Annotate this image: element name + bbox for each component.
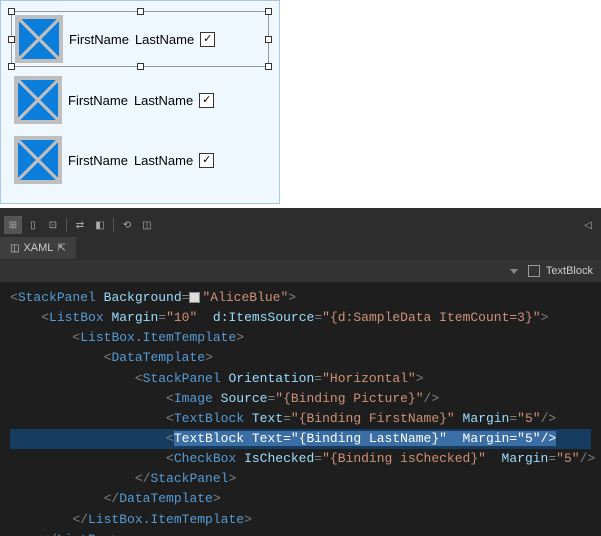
view-grid-icon[interactable]: ⊞ xyxy=(4,216,22,234)
image-placeholder xyxy=(14,76,62,124)
editor-toolbar: ⊞ ▯ ⊡ ⇄ ◧ ⟲ ◫ ◁ xyxy=(0,214,601,236)
lastname-text: LastName xyxy=(134,153,193,168)
breadcrumb-bar[interactable]: TextBlock xyxy=(0,260,601,282)
scroll-left-icon[interactable]: ◁ xyxy=(579,216,597,234)
lastname-text: LastName xyxy=(134,93,193,108)
resize-handle[interactable] xyxy=(137,8,144,15)
panel-icon[interactable]: ◫ xyxy=(138,216,156,234)
checkbox[interactable]: ✓ xyxy=(199,93,214,108)
firstname-text: FirstName xyxy=(68,93,128,108)
resize-handle[interactable] xyxy=(265,8,272,15)
lastname-text: LastName xyxy=(135,32,194,47)
refresh-icon[interactable]: ⟲ xyxy=(118,216,136,234)
image-placeholder xyxy=(14,136,62,184)
code-editor[interactable]: <StackPanel Background="AliceBlue"> <Lis… xyxy=(0,282,601,536)
listbox-item[interactable]: FirstName LastName ✓ xyxy=(11,11,269,67)
tab-bar: ◫ XAML ⇱ xyxy=(0,236,601,260)
swap-icon[interactable]: ⇄ xyxy=(71,216,89,234)
split-icon[interactable]: ◧ xyxy=(91,216,109,234)
resize-handle[interactable] xyxy=(137,63,144,70)
design-surface[interactable]: FirstName LastName ✓ FirstName LastName … xyxy=(0,0,280,204)
tab-label: XAML xyxy=(23,242,53,254)
popout-icon: ⇱ xyxy=(57,243,65,254)
checkbox[interactable]: ✓ xyxy=(200,32,215,47)
view-vertical-icon[interactable]: ▯ xyxy=(24,216,42,234)
checkbox[interactable]: ✓ xyxy=(199,153,214,168)
listbox-item[interactable]: FirstName LastName ✓ xyxy=(11,133,269,187)
view-full-icon[interactable]: ⊡ xyxy=(44,216,62,234)
resize-handle[interactable] xyxy=(265,36,272,43)
chevron-down-icon[interactable] xyxy=(510,269,518,274)
resize-handle[interactable] xyxy=(8,36,15,43)
breadcrumb-item[interactable]: TextBlock xyxy=(546,265,593,277)
element-icon xyxy=(528,265,540,277)
resize-handle[interactable] xyxy=(8,63,15,70)
resize-handle[interactable] xyxy=(265,63,272,70)
tab-icon: ◫ xyxy=(10,243,19,254)
resize-handle[interactable] xyxy=(8,8,15,15)
image-placeholder xyxy=(15,15,63,63)
firstname-text: FirstName xyxy=(68,153,128,168)
xaml-tab[interactable]: ◫ XAML ⇱ xyxy=(0,237,76,259)
firstname-text: FirstName xyxy=(69,32,129,47)
listbox-item[interactable]: FirstName LastName ✓ xyxy=(11,73,269,127)
